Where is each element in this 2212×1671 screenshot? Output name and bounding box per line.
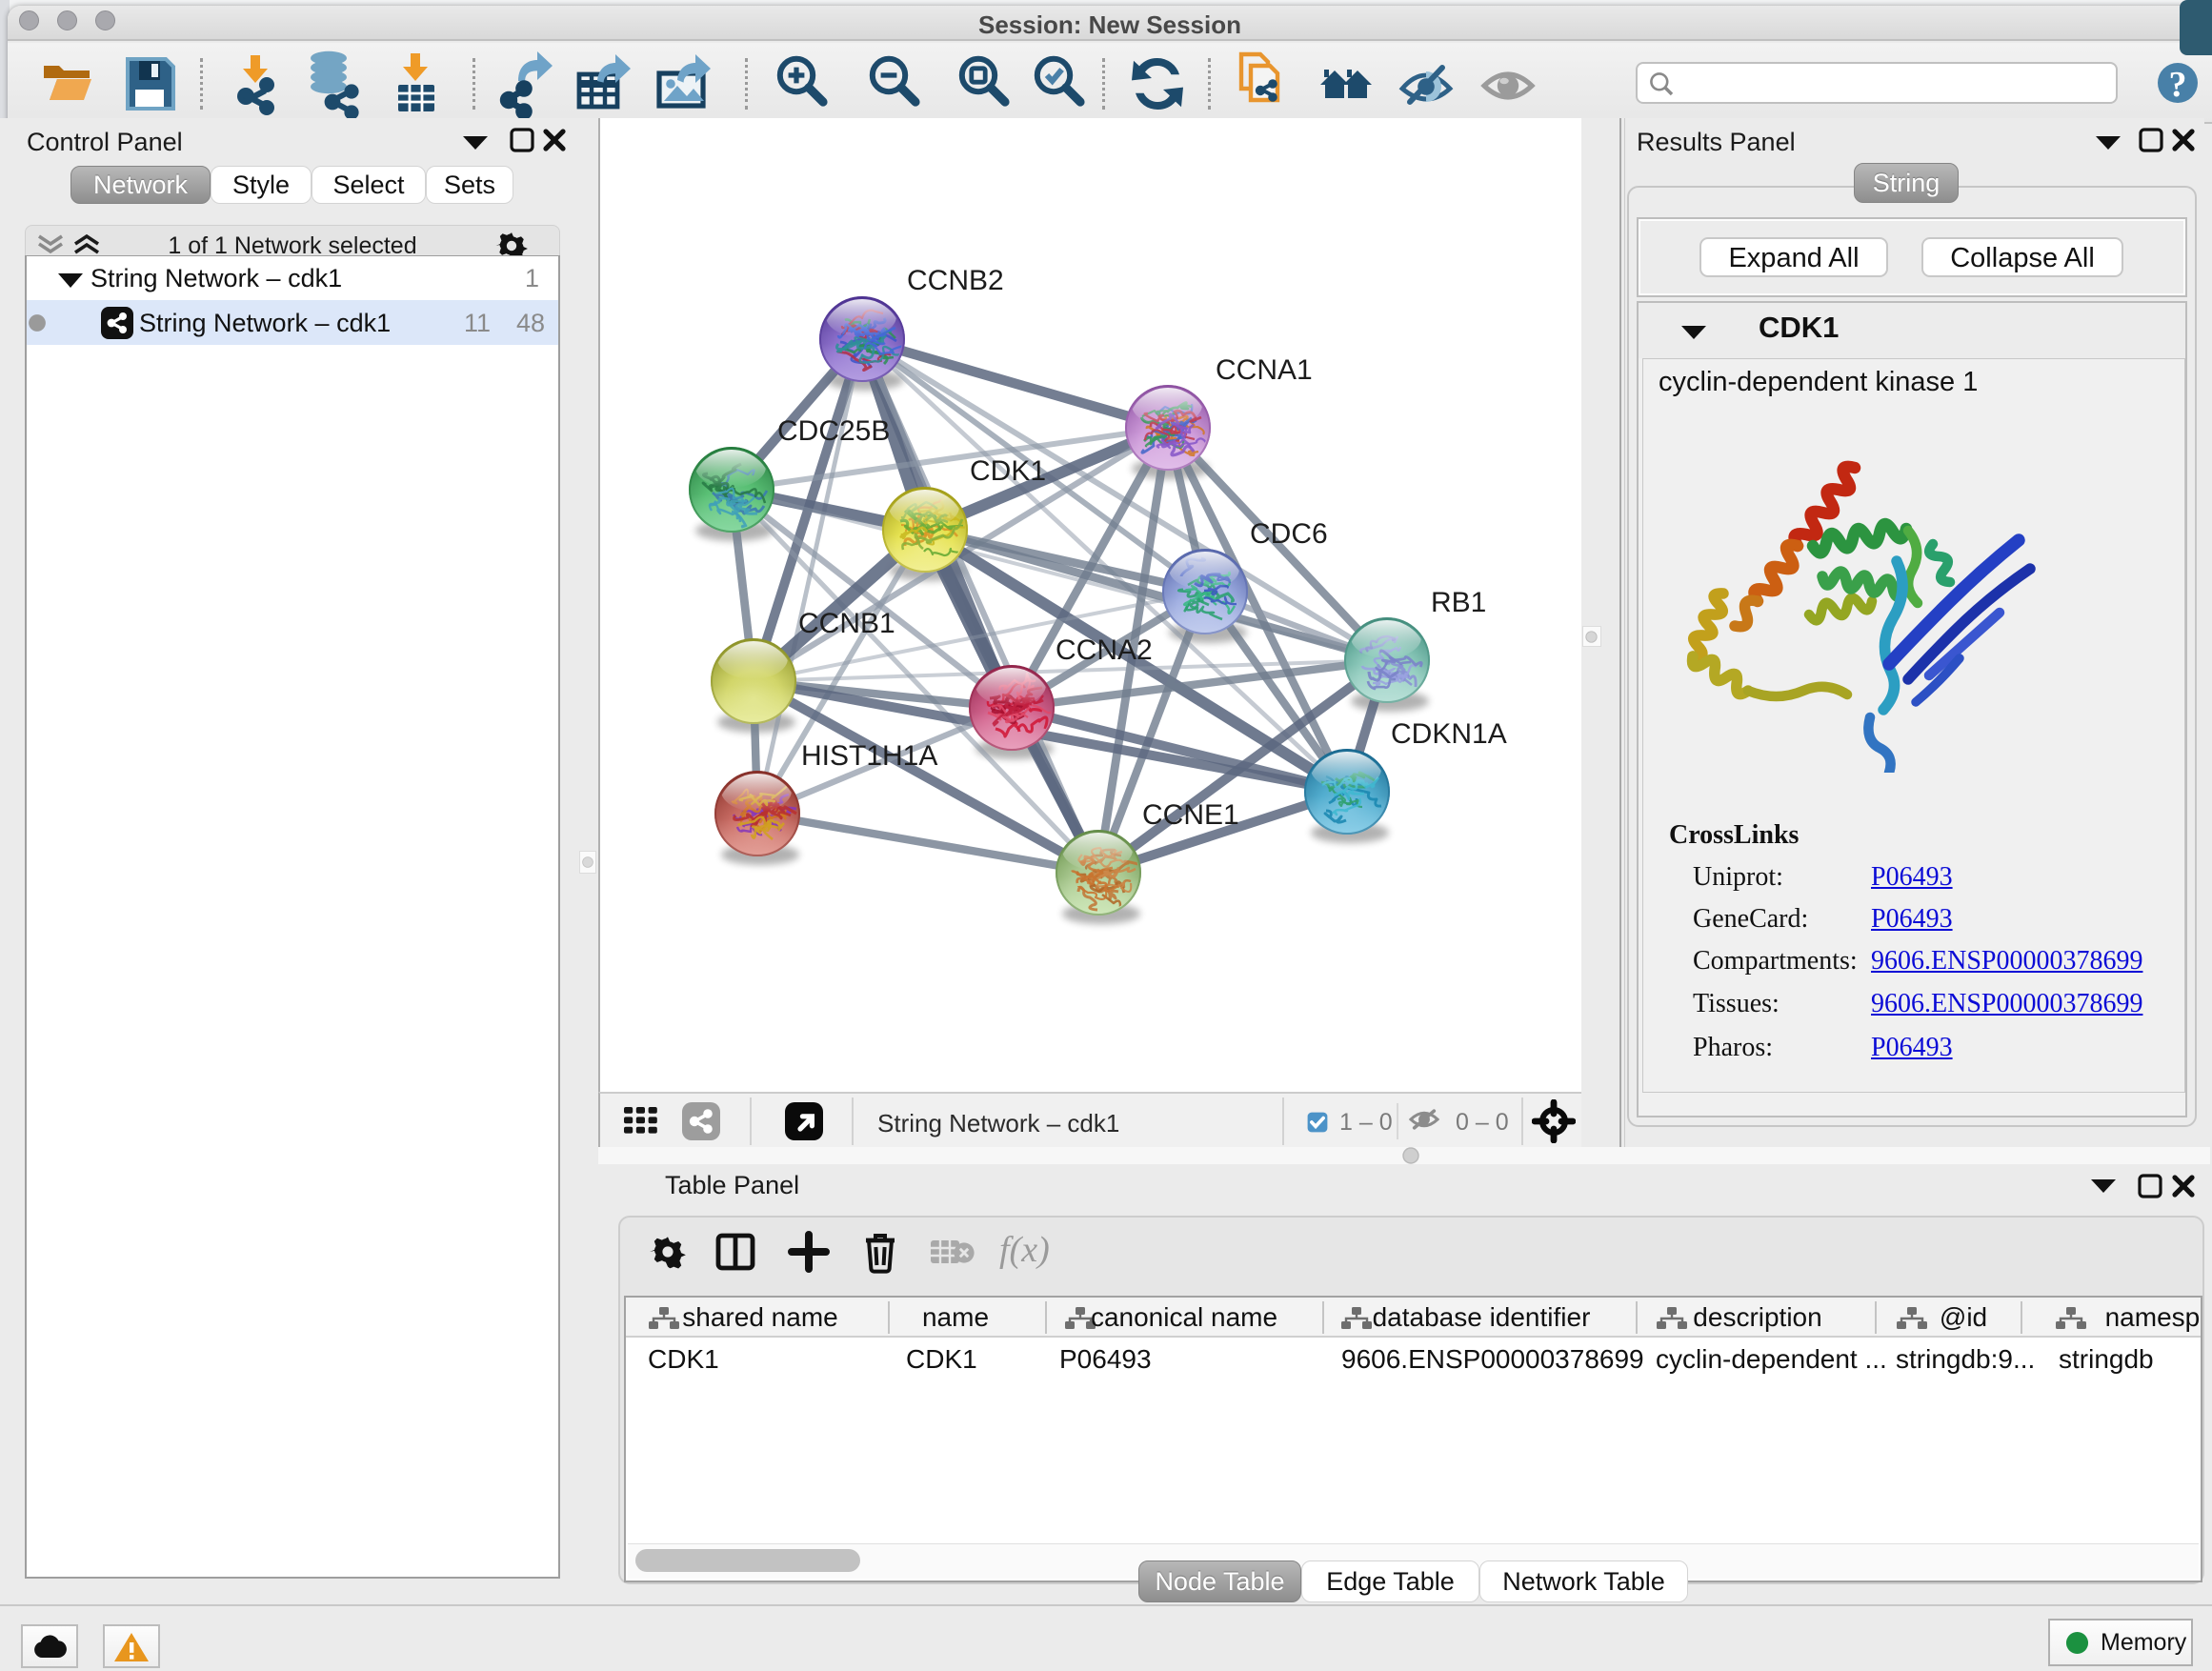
svg-text:CCNA2: CCNA2 — [1056, 634, 1153, 666]
svg-text:CCNB1: CCNB1 — [798, 608, 895, 639]
svg-text:CDC6: CDC6 — [1250, 518, 1328, 550]
svg-text:?: ? — [2169, 65, 2187, 105]
svg-text:CDC25B: CDC25B — [777, 415, 890, 447]
svg-text:CDK1: CDK1 — [970, 455, 1046, 487]
svg-text:CCNA1: CCNA1 — [1216, 354, 1313, 386]
svg-text:RB1: RB1 — [1431, 587, 1486, 618]
svg-text:CCNB2: CCNB2 — [907, 265, 1004, 296]
svg-text:HIST1H1A: HIST1H1A — [801, 740, 937, 772]
svg-text:CDKN1A: CDKN1A — [1391, 718, 1507, 750]
svg-text:CCNE1: CCNE1 — [1142, 799, 1239, 831]
